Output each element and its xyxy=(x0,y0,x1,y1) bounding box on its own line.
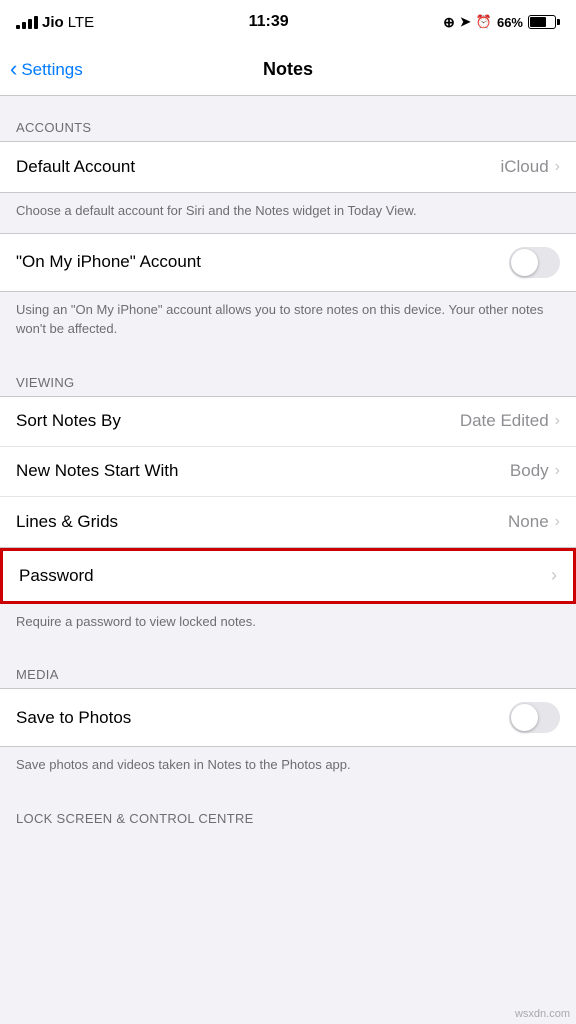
watermark: wsxdn.com xyxy=(515,1008,570,1020)
new-notes-row[interactable]: New Notes Start With Body › xyxy=(0,447,576,497)
compass-icon: ⊕ xyxy=(443,14,455,31)
default-account-row[interactable]: Default Account iCloud › xyxy=(0,142,576,192)
sort-notes-label: Sort Notes By xyxy=(16,411,121,431)
on-my-iphone-desc: Using an "On My iPhone" account allows y… xyxy=(0,292,576,351)
sort-notes-by-row[interactable]: Sort Notes By Date Edited › xyxy=(0,397,576,447)
chevron-icon: › xyxy=(551,565,557,586)
toggle-knob xyxy=(511,249,538,276)
chevron-icon: › xyxy=(555,513,560,531)
accounts-group: Default Account iCloud › xyxy=(0,141,576,193)
default-account-value-group: iCloud › xyxy=(500,157,560,177)
chevron-icon: › xyxy=(555,412,560,430)
password-label: Password xyxy=(19,566,94,586)
sort-notes-value: Date Edited xyxy=(460,411,549,431)
back-button[interactable]: ‹ Settings xyxy=(10,60,83,80)
lines-grids-label: Lines & Grids xyxy=(16,512,118,532)
status-bar-time: 11:39 xyxy=(249,13,289,31)
new-notes-label: New Notes Start With xyxy=(16,461,179,481)
section-header-viewing: VIEWING xyxy=(0,351,576,396)
lines-grids-value: None xyxy=(508,512,549,532)
battery-percent: 66% xyxy=(497,15,523,30)
save-to-photos-row[interactable]: Save to Photos xyxy=(0,689,576,746)
lines-grids-row[interactable]: Lines & Grids None › xyxy=(0,497,576,547)
status-bar-carrier: Jio LTE xyxy=(16,14,94,31)
section-header-accounts: ACCOUNTS xyxy=(0,96,576,141)
save-to-photos-desc: Save photos and videos taken in Notes to… xyxy=(0,747,576,787)
chevron-icon: › xyxy=(555,462,560,480)
sort-notes-value-group: Date Edited › xyxy=(460,411,560,431)
viewing-group: Sort Notes By Date Edited › New Notes St… xyxy=(0,396,576,548)
page-title: Notes xyxy=(263,59,313,80)
password-row-wrapper: Password › xyxy=(0,548,576,604)
section-header-lockscreen: LOCK SCREEN & CONTROL CENTRE xyxy=(0,787,576,832)
on-my-iphone-row[interactable]: "On My iPhone" Account xyxy=(0,234,576,291)
section-header-media: MEDIA xyxy=(0,643,576,688)
default-account-label: Default Account xyxy=(16,157,135,177)
password-row[interactable]: Password › xyxy=(3,551,573,601)
on-my-iphone-toggle[interactable] xyxy=(509,247,560,278)
default-account-desc: Choose a default account for Siri and th… xyxy=(0,193,576,233)
network-label: LTE xyxy=(68,14,94,31)
carrier-label: Jio xyxy=(42,14,64,31)
location-icon: ➤ xyxy=(460,14,471,30)
back-chevron-icon: ‹ xyxy=(10,58,17,80)
new-notes-value: Body xyxy=(510,461,549,481)
status-bar: Jio LTE 11:39 ⊕ ➤ ⏰ 66% xyxy=(0,0,576,44)
password-desc: Require a password to view locked notes. xyxy=(0,604,576,644)
media-group: Save to Photos xyxy=(0,688,576,747)
signal-bars xyxy=(16,16,38,29)
chevron-icon: › xyxy=(555,158,560,176)
battery-icon xyxy=(528,15,560,29)
lines-grids-value-group: None › xyxy=(508,512,560,532)
new-notes-value-group: Body › xyxy=(510,461,560,481)
toggle-knob xyxy=(511,704,538,731)
on-my-iphone-label: "On My iPhone" Account xyxy=(16,252,201,272)
back-label: Settings xyxy=(21,60,82,80)
save-to-photos-label: Save to Photos xyxy=(16,708,131,728)
nav-bar: ‹ Settings Notes xyxy=(0,44,576,96)
on-my-iphone-group: "On My iPhone" Account xyxy=(0,233,576,292)
alarm-icon: ⏰ xyxy=(476,14,492,30)
status-bar-right: ⊕ ➤ ⏰ 66% xyxy=(443,14,560,31)
default-account-value: iCloud xyxy=(500,157,548,177)
save-to-photos-toggle[interactable] xyxy=(509,702,560,733)
